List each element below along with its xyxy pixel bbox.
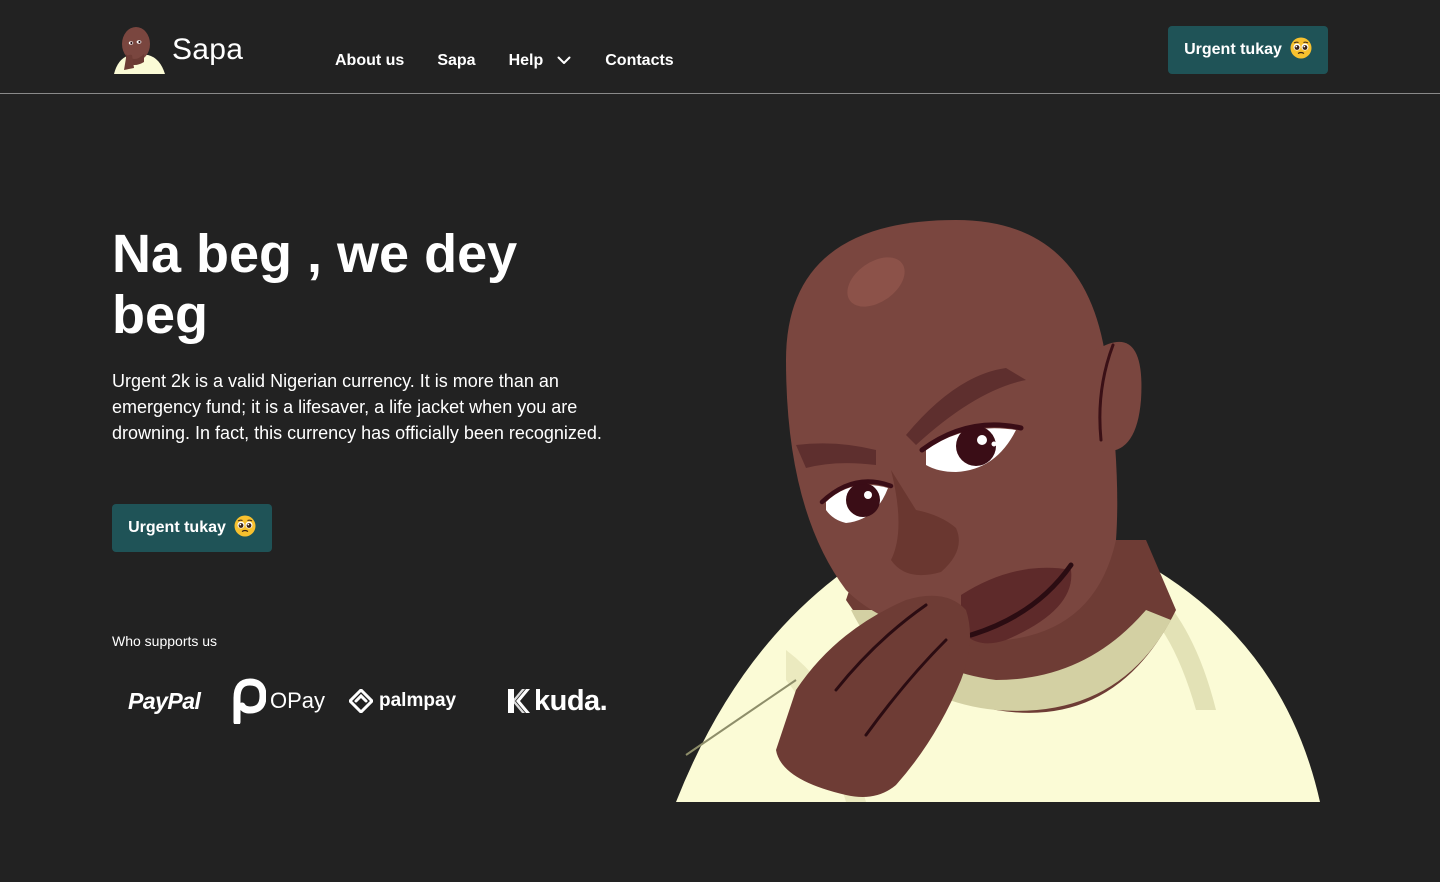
opay-logo: OPay xyxy=(232,676,325,726)
hero-description: Urgent 2k is a valid Nigerian currency. … xyxy=(112,371,602,443)
kuda-logo: kuda. xyxy=(506,676,608,726)
kuda-logo-text: kuda. xyxy=(534,684,608,717)
urgent-tukay-label: Urgent tukay xyxy=(1184,41,1282,58)
opay-mark-icon xyxy=(233,678,266,724)
paypal-logo: PayPal xyxy=(128,676,201,726)
chevron-down-icon xyxy=(557,52,571,70)
main-nav: About us Sapa Help Contacts xyxy=(335,52,674,70)
kuda-mark-icon xyxy=(508,689,530,713)
urgent-tukay-header-button[interactable]: Urgent tukay xyxy=(1168,26,1328,74)
site-header: Sapa About us Sapa Help Contacts Urgent … xyxy=(0,0,1440,94)
nav-about-us[interactable]: About us xyxy=(335,52,404,70)
pleading-face-emoji-icon xyxy=(1290,37,1312,64)
opay-logo-text: OPay xyxy=(270,688,326,713)
hero-illustration xyxy=(676,210,1326,802)
pleading-face-emoji-icon xyxy=(234,515,256,542)
urgent-tukay-hero-button[interactable]: Urgent tukay xyxy=(112,504,272,552)
paypal-logo-text: PayPal xyxy=(128,687,201,714)
nav-sapa[interactable]: Sapa xyxy=(437,52,475,70)
logo-avatar-icon xyxy=(114,27,165,74)
nav-contacts[interactable]: Contacts xyxy=(605,52,673,70)
palmpay-logo-text: palmpay xyxy=(379,690,457,711)
supporters-label: Who supports us xyxy=(112,633,218,649)
logo-text: Sapa xyxy=(172,33,244,66)
logo[interactable]: Sapa xyxy=(112,24,243,74)
palmpay-logo: palmpay xyxy=(349,676,456,726)
palmpay-mark-icon xyxy=(349,689,373,713)
nav-help-label: Help xyxy=(508,52,544,69)
urgent-tukay-label: Urgent tukay xyxy=(128,519,226,536)
hero-title: Na beg , we dey beg xyxy=(112,224,518,345)
nav-help[interactable]: Help xyxy=(509,52,572,70)
